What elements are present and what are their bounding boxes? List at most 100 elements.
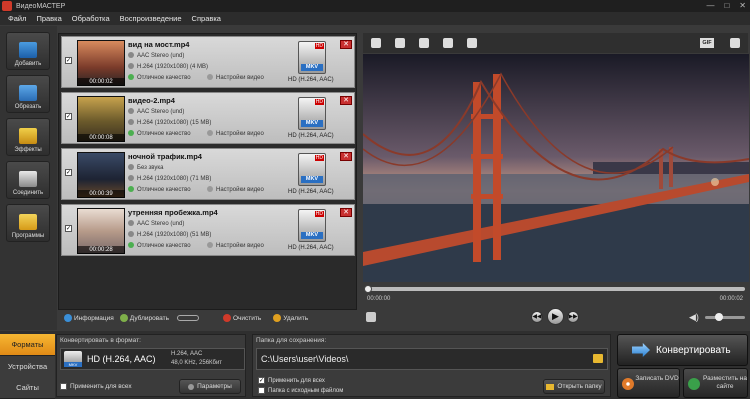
folder-icon xyxy=(546,383,555,390)
source-folder-option[interactable]: Папка с исходным файлом xyxy=(258,387,343,394)
publish-online-button[interactable]: Разместить на сайте xyxy=(683,368,748,398)
remove-file-button[interactable]: ✕ xyxy=(340,40,352,49)
audio-icon xyxy=(128,164,134,170)
speed-icon[interactable] xyxy=(467,38,477,48)
format-select[interactable]: MKV HD (H.264, AAC) H.264, AAC 48,0 KHz,… xyxy=(60,348,245,370)
add-icon xyxy=(19,42,37,58)
file-row[interactable]: ✓ 00:00:39 ночной трафик.mp4 Без звука H… xyxy=(61,148,355,200)
video-icon xyxy=(128,231,134,237)
tab-sites[interactable]: Сайты xyxy=(0,377,55,399)
file-duration: 00:00:02 xyxy=(77,78,125,86)
file-checkbox[interactable]: ✓ xyxy=(65,225,72,232)
burn-dvd-button[interactable]: Записать DVD xyxy=(617,368,680,398)
menu-playback[interactable]: Воспроизведение xyxy=(115,14,187,23)
video-settings-link[interactable]: Настройки видео xyxy=(207,74,264,81)
mkv-format-icon[interactable]: HD MKV xyxy=(298,153,326,186)
tab-formats[interactable]: Форматы xyxy=(0,334,55,356)
previous-frame-button[interactable]: ◀◀ xyxy=(531,311,543,323)
video-progress-bar[interactable] xyxy=(364,285,745,293)
join-label: Соединить xyxy=(12,190,44,196)
menu-edit[interactable]: Правка xyxy=(31,14,66,23)
file-row[interactable]: ✓ 00:00:08 видео-2.mp4 AAC Stereo (und) … xyxy=(61,92,355,144)
add-label: Добавить xyxy=(14,61,42,67)
info-button[interactable]: Информация xyxy=(64,314,114,322)
programs-label: Программы xyxy=(11,233,45,239)
source-folder-checkbox[interactable] xyxy=(258,387,265,394)
file-format-label: HD (H.264, AAC) xyxy=(288,189,334,195)
remove-file-button[interactable]: ✕ xyxy=(340,208,352,217)
file-toolbar: Информация Дублировать Очистить Удалить xyxy=(58,310,357,326)
file-checkbox[interactable]: ✓ xyxy=(65,113,72,120)
menu-file[interactable]: Файл xyxy=(3,14,31,23)
join-button[interactable]: Соединить xyxy=(6,161,50,199)
remove-file-button[interactable]: ✕ xyxy=(340,96,352,105)
crop-icon[interactable] xyxy=(371,38,381,48)
fullscreen-icon[interactable] xyxy=(730,38,740,48)
snapshot-icon[interactable] xyxy=(395,38,405,48)
gif-button[interactable]: GIF xyxy=(700,38,714,48)
cut-button[interactable]: Обрезать xyxy=(6,75,50,113)
total-time: 00:00:02 xyxy=(719,296,743,302)
mkv-format-icon[interactable]: HD MKV xyxy=(298,41,326,74)
volume-icon[interactable]: ◀) xyxy=(689,312,699,323)
join-icon xyxy=(19,171,37,187)
open-folder-button[interactable]: Открыть папку xyxy=(543,379,605,394)
file-video: H.264 (1920x1080) (15 MB) xyxy=(128,119,211,126)
play-button[interactable]: ▶ xyxy=(547,308,564,325)
file-format-label: HD (H.264, AAC) xyxy=(288,245,334,251)
parameters-button[interactable]: Параметры xyxy=(179,379,241,394)
video-settings-link[interactable]: Настройки видео xyxy=(207,186,264,193)
add-button[interactable]: Добавить xyxy=(6,32,50,70)
maximize-button[interactable]: □ xyxy=(724,0,729,12)
apply-all-checkbox[interactable] xyxy=(60,383,67,390)
mkv-format-icon[interactable]: HD MKV xyxy=(298,209,326,242)
volume-slider[interactable] xyxy=(705,313,745,321)
save-path-input[interactable]: C:\Users\user\Videos\ xyxy=(256,348,608,370)
folder-icon[interactable] xyxy=(593,354,603,363)
format-panel: Конвертировать в формат: MKV HD (H.264, … xyxy=(56,334,246,397)
apply-all-format[interactable]: Применить для всех xyxy=(60,383,132,390)
file-checkbox[interactable]: ✓ xyxy=(65,169,72,176)
apply-all-folder[interactable]: ✓ Применить для всех xyxy=(258,377,325,384)
minimize-button[interactable]: — xyxy=(706,0,714,12)
video-settings-link[interactable]: Настройки видео xyxy=(207,242,264,249)
file-quality[interactable]: Отличное качество xyxy=(128,130,191,137)
apply-all-folder-checkbox[interactable]: ✓ xyxy=(258,377,265,384)
left-toolbar: Добавить Обрезать Эффекты Соединить Прог… xyxy=(0,26,57,330)
menu-process[interactable]: Обработка xyxy=(67,14,115,23)
next-frame-button[interactable]: ▶▶ xyxy=(567,311,579,323)
video-settings-link[interactable]: Настройки видео xyxy=(207,130,264,137)
current-time: 00:00:00 xyxy=(367,296,391,302)
convert-button[interactable]: Конвертировать xyxy=(617,334,748,366)
file-quality[interactable]: Отличное качество xyxy=(128,74,191,81)
snapshot-button-icon[interactable] xyxy=(366,312,376,322)
file-format-label: HD (H.264, AAC) xyxy=(288,133,334,139)
delete-button[interactable]: Удалить xyxy=(273,314,308,322)
file-quality[interactable]: Отличное качество xyxy=(128,242,191,249)
clear-icon xyxy=(222,314,231,322)
close-button[interactable]: ✕ xyxy=(739,0,746,12)
menu-help[interactable]: Справка xyxy=(187,14,226,23)
volume-handle[interactable] xyxy=(715,313,723,321)
mkv-format-icon[interactable]: HD MKV xyxy=(298,97,326,130)
file-duration: 00:00:39 xyxy=(77,190,125,198)
file-quality[interactable]: Отличное качество xyxy=(128,186,191,193)
view-toggle[interactable] xyxy=(176,315,199,321)
info-icon xyxy=(64,314,72,322)
video-preview[interactable] xyxy=(363,54,749,282)
file-row[interactable]: ✓ 00:00:28 утренняя пробежка.mp4 AAC Ste… xyxy=(61,204,355,256)
cut-icon xyxy=(19,85,37,101)
file-checkbox[interactable]: ✓ xyxy=(65,57,72,64)
globe-icon xyxy=(688,378,700,390)
effects-button[interactable]: Эффекты xyxy=(6,118,50,156)
progress-handle[interactable] xyxy=(364,285,372,293)
programs-button[interactable]: Программы xyxy=(6,204,50,242)
format-heading: Конвертировать в формат: xyxy=(60,337,141,344)
duplicate-button[interactable]: Дублировать xyxy=(119,314,169,322)
clear-button[interactable]: Очистить xyxy=(222,314,261,322)
brightness-icon[interactable] xyxy=(419,38,429,48)
remove-file-button[interactable]: ✕ xyxy=(340,152,352,161)
tab-devices[interactable]: Устройства xyxy=(0,356,55,378)
file-row[interactable]: ✓ 00:00:02 вид на мост.mp4 AAC Stereo (u… xyxy=(61,36,355,88)
video-effects-icon[interactable] xyxy=(443,38,453,48)
